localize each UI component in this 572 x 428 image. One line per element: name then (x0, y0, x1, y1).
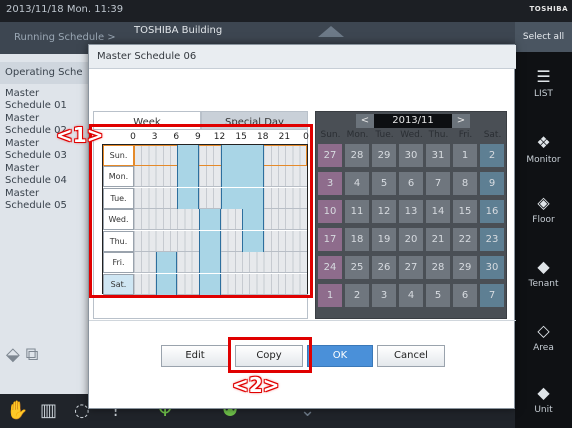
calendar-day[interactable]: 28 (345, 144, 369, 167)
right-sidebar: Select all ☰ LIST ❖ Monitor ◈ Floor ◆ Tenant… (515, 22, 572, 428)
calendar-panel: < 2013/11 > Sun. Mon. Tue. Wed. Thu. Fri. Sat.… (315, 111, 507, 319)
calendar-day[interactable]: 4 (399, 284, 423, 307)
calendar-day[interactable]: 22 (453, 228, 477, 251)
ok-button[interactable]: OK (307, 345, 373, 367)
callout-1: <1> (56, 123, 104, 147)
calendar-header: < 2013/11 > (316, 114, 508, 128)
calendar-day[interactable]: 30 (399, 144, 423, 167)
calendar-day[interactable]: 16 (480, 200, 504, 223)
eraser-icon[interactable]: ⬙ (6, 344, 20, 365)
tenant-icon: ◆ (537, 257, 550, 276)
calendar-month: 2013/11 (374, 114, 452, 128)
highlight-copy-button (228, 337, 312, 373)
hand-icon[interactable]: ✋ (6, 400, 28, 421)
schedule-list-item[interactable]: Master Schedule 05 (0, 188, 90, 212)
tool-icons[interactable]: ⬙ ⧉ (6, 344, 38, 365)
calendar-day[interactable]: 18 (345, 228, 369, 251)
top-status-bar: 2013/11/18 Mon. 11:39 TOSHIBA (0, 0, 572, 22)
unit-icon: ◆ (537, 383, 550, 402)
calendar-day[interactable]: 25 (345, 256, 369, 279)
weekday-header: Wed. (400, 130, 423, 140)
building-name: TOSHIBA Building (134, 25, 223, 36)
calendar-day[interactable]: 9 (480, 172, 504, 195)
schedule-list-panel: Operating Sche Master Schedule 01 Master… (0, 54, 90, 394)
calendar-day[interactable]: 21 (426, 228, 450, 251)
calendar-day[interactable]: 24 (318, 256, 342, 279)
calendar-day[interactable]: 6 (453, 284, 477, 307)
copy-icon[interactable]: ⧉ (26, 344, 39, 365)
calendar-day[interactable]: 14 (426, 200, 450, 223)
calendar-day[interactable]: 17 (318, 228, 342, 251)
area-icon: ◇ (537, 321, 550, 340)
monitor-icon: ❖ (536, 133, 551, 152)
calendar-day[interactable]: 29 (453, 256, 477, 279)
scroll-up-icon[interactable] (318, 26, 344, 37)
calendar-day[interactable]: 12 (372, 200, 396, 223)
calendar-day[interactable]: 27 (318, 144, 342, 167)
calendar-day[interactable]: 5 (426, 284, 450, 307)
breadcrumb-running-schedule[interactable]: Running Schedule > (14, 32, 116, 43)
nav-unit[interactable]: ◆ Unit (515, 383, 572, 416)
calendar-day[interactable]: 1 (453, 144, 477, 167)
brand-logo: TOSHIBA (529, 5, 568, 13)
calendar-day[interactable]: 6 (399, 172, 423, 195)
schedule-list-item[interactable]: Master Schedule 01 (0, 88, 90, 112)
calendar-day[interactable]: 23 (480, 228, 504, 251)
calendar-day[interactable]: 2 (480, 144, 504, 167)
list-icon: ☰ (536, 67, 551, 86)
nav-monitor[interactable]: ❖ Monitor (515, 133, 572, 166)
calendar-weekdays: Sun. Mon. Tue. Wed. Thu. Fri. Sat. (316, 130, 508, 142)
calendar-day[interactable]: 10 (318, 200, 342, 223)
schedule-list-item[interactable]: Master Schedule 04 (0, 163, 90, 187)
calendar-day[interactable]: 28 (426, 256, 450, 279)
weekday-header: Tue. (375, 130, 394, 140)
calendar-days: 27 28 29 30 31 1 2 3 4 5 6 7 8 9 10 11 12 13 14 15 16 17 18 19 2… (318, 144, 508, 316)
nav-floor[interactable]: ◈ Floor (515, 193, 572, 226)
calendar-day[interactable]: 30 (480, 256, 504, 279)
calendar-day[interactable]: 8 (453, 172, 477, 195)
weekday-header: Sun. (320, 130, 341, 140)
calendar-day[interactable]: 3 (372, 284, 396, 307)
divider (89, 320, 516, 321)
calendar-day[interactable]: 5 (372, 172, 396, 195)
cancel-button[interactable]: Cancel (377, 345, 445, 367)
calendar-day[interactable]: 1 (318, 284, 342, 307)
book-icon[interactable]: ▥ (40, 400, 57, 421)
calendar-day[interactable]: 3 (318, 172, 342, 195)
nav-list[interactable]: ☰ LIST (515, 67, 572, 100)
nav-tenant[interactable]: ◆ Tenant (515, 257, 572, 290)
calendar-day[interactable]: 31 (426, 144, 450, 167)
highlight-week-grid (89, 124, 313, 298)
calendar-day[interactable]: 13 (399, 200, 423, 223)
calendar-day[interactable]: 19 (372, 228, 396, 251)
weekday-header: Mon. (346, 130, 369, 140)
nav-area[interactable]: ◇ Area (515, 321, 572, 354)
select-all-button[interactable]: Select all (515, 22, 572, 52)
calendar-day[interactable]: 2 (345, 284, 369, 307)
next-month-button[interactable]: > (452, 114, 470, 128)
datetime: 2013/11/18 Mon. 11:39 (6, 4, 124, 15)
weekday-header: Thu. (428, 130, 449, 140)
prev-month-button[interactable]: < (356, 114, 374, 128)
dialog-title: Master Schedule 06 (89, 45, 516, 69)
calendar-day[interactable]: 29 (372, 144, 396, 167)
edit-button[interactable]: Edit (161, 345, 229, 367)
weekday-header: Sat. (483, 130, 502, 140)
calendar-day[interactable]: 20 (399, 228, 423, 251)
calendar-day[interactable]: 7 (426, 172, 450, 195)
calendar-day[interactable]: 15 (453, 200, 477, 223)
calendar-day[interactable]: 7 (480, 284, 504, 307)
callout-2: <2> (232, 373, 280, 397)
floor-icon: ◈ (537, 193, 550, 212)
calendar-day[interactable]: 27 (399, 256, 423, 279)
operating-schedule-header[interactable]: Operating Sche (0, 62, 90, 84)
calendar-day[interactable]: 11 (345, 200, 369, 223)
calendar-day[interactable]: 4 (345, 172, 369, 195)
weekday-header: Fri. (458, 130, 473, 140)
calendar-day[interactable]: 26 (372, 256, 396, 279)
